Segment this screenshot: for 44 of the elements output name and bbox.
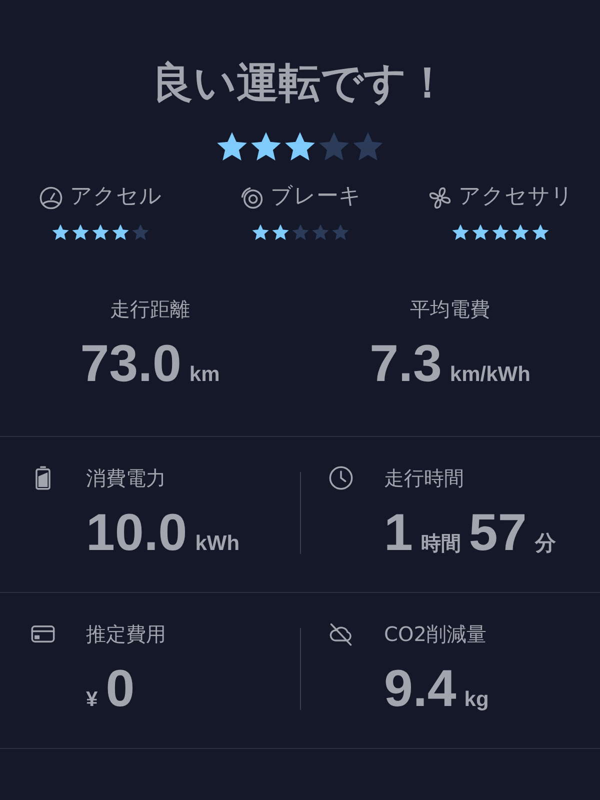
metric-label: 走行距離 — [110, 296, 190, 324]
category-label: アクセル — [70, 183, 162, 212]
filled-star-icon — [470, 223, 490, 242]
empty-star-icon — [290, 223, 310, 242]
value-number: 0 — [106, 663, 135, 716]
filled-star-icon — [510, 223, 530, 242]
metric-label: CO2削減量 — [384, 621, 488, 648]
empty-star-icon — [330, 223, 350, 242]
speedometer-icon — [38, 184, 64, 211]
value-number: 10.0 — [86, 507, 188, 560]
filled-star-icon — [530, 223, 550, 242]
filled-star-icon — [110, 223, 130, 242]
metric-label: 消費電力 — [86, 465, 167, 492]
value-number: 9.4 — [384, 663, 456, 716]
metric-label: 平均電費 — [410, 296, 490, 324]
fan-icon — [426, 184, 452, 211]
unit-label: kWh — [195, 531, 240, 558]
clock-icon — [328, 465, 354, 492]
unit-label: kg — [464, 687, 489, 714]
value-number: 7.3 — [370, 338, 442, 390]
unit-label: ¥ — [86, 687, 98, 714]
filled-star-icon — [270, 223, 290, 242]
filled-star-icon — [450, 223, 470, 242]
headline-title: 良い運転です！ — [150, 57, 450, 108]
metric-label: 推定費用 — [86, 621, 166, 648]
filled-star-icon — [90, 223, 110, 242]
value-number: 73.0 — [80, 338, 182, 390]
filled-star-icon — [70, 223, 90, 242]
filled-star-icon — [50, 223, 70, 242]
value-number: 57 — [468, 507, 527, 560]
metric-label: 走行時間 — [384, 465, 465, 492]
unit-label: 時間 — [420, 532, 461, 558]
unit-label: km — [189, 362, 220, 388]
empty-star-icon — [130, 223, 150, 242]
filled-star-icon — [490, 223, 510, 242]
unit-label: 分 — [534, 531, 556, 558]
empty-star-icon — [310, 223, 330, 242]
value-number: 1 — [384, 507, 413, 560]
cloud-off-icon — [328, 621, 354, 648]
filled-star-icon — [250, 223, 270, 242]
brake-disc-icon — [238, 184, 264, 211]
unit-label: km/kWh — [450, 362, 530, 388]
category-label: アクセサリ — [458, 183, 574, 212]
category-label: ブレーキ — [270, 183, 362, 212]
